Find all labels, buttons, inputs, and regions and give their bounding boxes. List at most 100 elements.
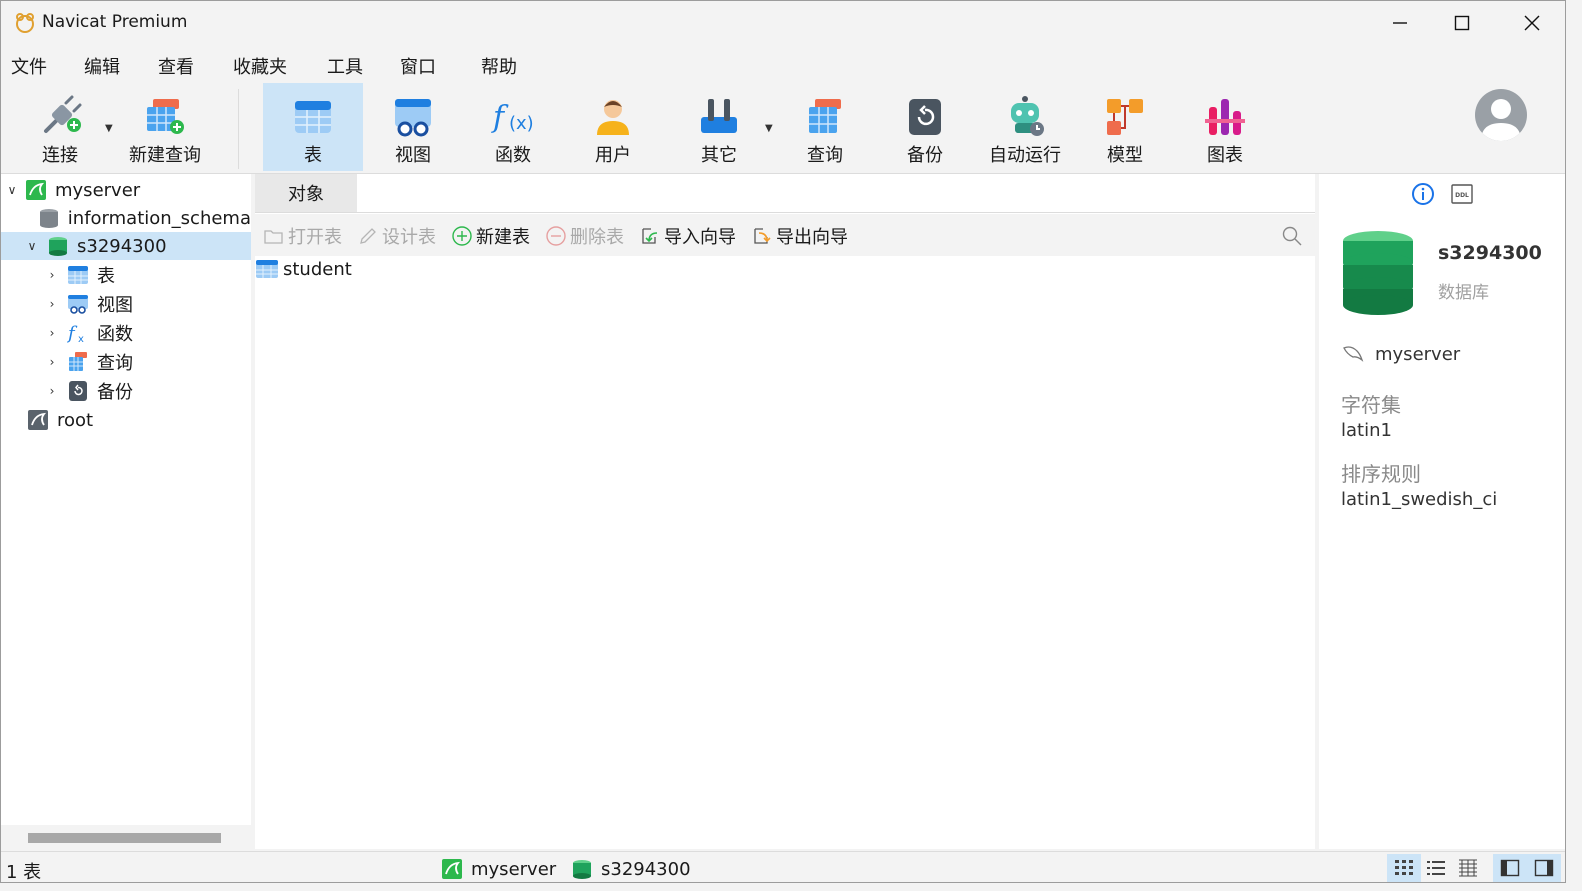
info-charset-label: 字符集 [1341,393,1401,417]
view-icon [395,99,431,137]
user-avatar[interactable] [1475,89,1527,141]
app-window: Navicat Premium 文件 编辑 查看 收藏夹 工具 窗口 帮助 连接… [0,0,1566,883]
chevron-right-icon[interactable]: › [43,297,61,311]
maximize-button[interactable] [1427,1,1497,45]
main-toolbar: 连接 ▼ 新建查询 表 视图 f (x) 函数 用户 其它 ▼ 查询 备份 自动… [1,83,1565,174]
database-green-icon [573,860,591,879]
status-bar: 1 表 myserver s3294300 [1,851,1565,882]
backup-button[interactable]: 备份 [875,83,975,171]
folder-open-icon [264,230,283,244]
design-table-label: 设计表 [382,227,436,248]
new-table-button[interactable]: 新建表 [451,223,530,249]
export-wizard-button[interactable]: 导出向导 [751,223,848,249]
backup-icon [909,99,941,135]
design-table-button[interactable]: 设计表 [357,223,436,249]
connect-button[interactable]: 连接 [21,83,99,171]
database-gray-icon [39,209,58,228]
minimize-button[interactable] [1365,1,1435,45]
mysql-dolphin-icon [1343,346,1364,362]
tree-label: information_schema [67,207,251,229]
connect-dropdown-icon[interactable]: ▼ [105,123,113,134]
chart-button[interactable]: 图表 [1175,83,1275,171]
function-button[interactable]: f (x) 函数 [463,83,563,171]
chevron-down-icon[interactable]: ∨ [23,239,41,253]
grid-view-button[interactable] [1387,854,1421,882]
model-label: 模型 [1107,145,1143,166]
tree-item-information-schema[interactable]: information_schema [1,204,251,232]
tree-item-tables[interactable]: › 表 [1,261,251,289]
open-table-button[interactable]: 打开表 [263,223,342,249]
tree-item-db[interactable]: ∨ s3294300 [1,232,251,260]
pencil-icon [360,228,376,244]
import-icon [642,228,658,244]
chart-label: 图表 [1207,145,1243,166]
database-green-icon [49,237,67,256]
info-icon[interactable] [1411,182,1435,206]
tree-label: 函数 [97,324,133,345]
table-label: 表 [304,145,322,166]
other-dropdown-icon[interactable]: ▼ [765,123,773,134]
tab-objects[interactable]: 对象 [255,174,357,212]
chevron-right-icon[interactable]: › [43,326,61,340]
chevron-right-icon[interactable]: › [43,355,61,369]
tree-label: 视图 [97,295,133,316]
view-icon [68,295,88,314]
tree-item-functions[interactable]: › f x 函数 [1,319,251,347]
import-wizard-button[interactable]: 导入向导 [639,223,736,249]
tree-item-queries[interactable]: › 查询 [1,348,251,376]
user-button[interactable]: 用户 [563,83,663,171]
right-pane-icon [1534,859,1554,877]
menu-edit[interactable]: 编辑 [84,53,120,79]
avatar-icon [1481,99,1521,141]
automation-button[interactable]: 自动运行 [975,83,1075,171]
menu-window[interactable]: 窗口 [400,53,436,79]
query-button[interactable]: 查询 [775,83,875,171]
backup-icon [69,381,87,401]
menu-help[interactable]: 帮助 [481,53,517,79]
other-label: 其它 [701,145,737,166]
tree-item-root[interactable]: root [1,406,251,434]
info-collation-value: latin1_swedish_ci [1341,489,1498,510]
ddl-icon[interactable]: DDL [1450,182,1474,206]
model-button[interactable]: 模型 [1075,83,1175,171]
detail-view-button[interactable] [1451,854,1485,882]
close-button[interactable] [1497,1,1565,45]
list-view-button[interactable] [1419,854,1453,882]
toggle-left-pane-button[interactable] [1493,854,1527,882]
tree-item-myserver[interactable]: ∨ myserver [1,176,251,204]
window-title: Navicat Premium [42,12,188,32]
status-db: s3294300 [571,858,691,880]
grid-view-icon [1395,860,1413,875]
model-icon [1107,99,1143,135]
menu-tools[interactable]: 工具 [327,53,363,79]
table-icon [295,101,331,133]
object-list-item[interactable]: student [255,256,352,282]
open-table-label: 打开表 [288,227,342,248]
search-icon[interactable] [1281,225,1303,247]
table-button[interactable]: 表 [263,83,363,171]
query-label: 查询 [807,145,843,166]
delete-table-button[interactable]: 删除表 [545,223,624,249]
chevron-right-icon[interactable]: › [43,384,61,398]
horizontal-scrollbar[interactable] [1,825,251,849]
navicat-logo-icon [16,13,34,33]
new-query-label: 新建查询 [129,145,201,166]
menu-view[interactable]: 查看 [158,53,194,79]
tree-item-backups[interactable]: › 备份 [1,377,251,405]
chevron-down-icon[interactable]: ∨ [3,183,21,197]
view-button[interactable]: 视图 [363,83,463,171]
chevron-right-icon[interactable]: › [43,268,61,282]
other-button[interactable]: 其它 [669,83,769,171]
tree-item-views[interactable]: › 视图 [1,290,251,318]
toggle-right-pane-button[interactable] [1527,854,1561,882]
function-label: 函数 [495,145,531,166]
menu-file[interactable]: 文件 [11,53,47,79]
new-query-button[interactable]: 新建查询 [121,83,209,171]
info-charset-value: latin1 [1341,420,1392,441]
user-label: 用户 [595,145,631,166]
tree-label: 备份 [97,382,133,403]
scrollbar-thumb[interactable] [28,833,221,843]
menu-favorites[interactable]: 收藏夹 [233,53,287,79]
minus-circle-icon [546,226,566,246]
backup-label: 备份 [907,145,943,166]
